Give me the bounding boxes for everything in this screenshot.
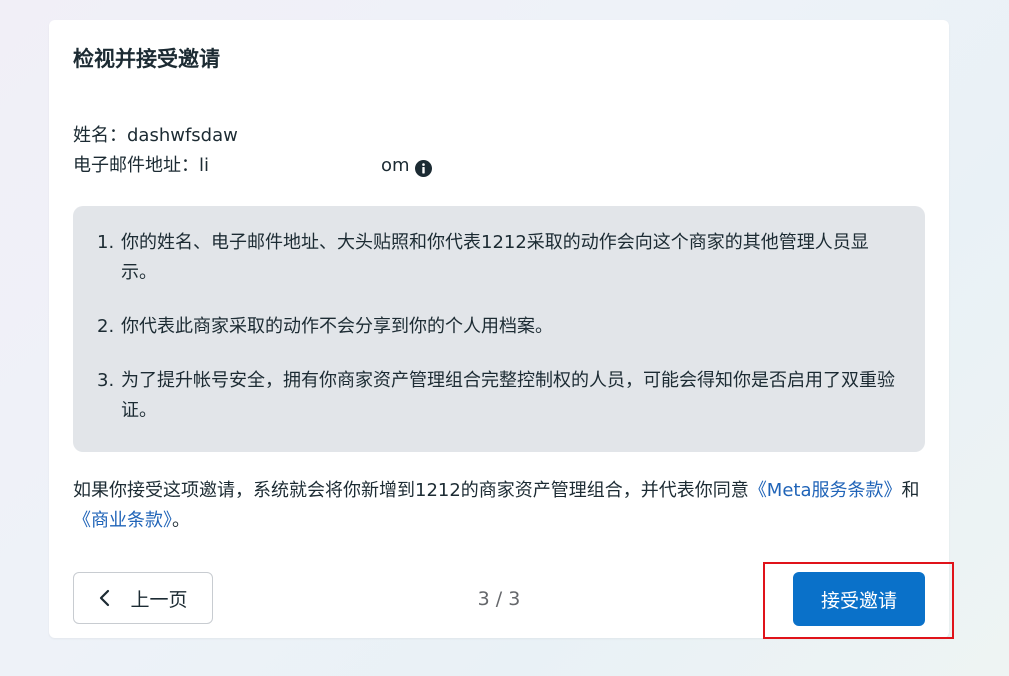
notice-item-2: 2. 你代表此商家采取的动作不会分享到你的个人用档案。 <box>97 312 901 342</box>
notice-text: 你的姓名、电子邮件地址、大头贴照和你代表1212采取的动作会向这个商家的其他管理… <box>121 232 869 283</box>
email-label: 电子邮件地址： <box>73 155 199 176</box>
chevron-left-icon <box>100 589 110 607</box>
notice-text: 为了提升帐号安全，拥有你商家资产管理组合完整控制权的人员，可能会得知你是否启用了… <box>121 370 895 421</box>
notice-number: 2. <box>97 316 115 337</box>
notice-number: 3. <box>97 370 115 391</box>
email-row: 电子邮件地址： li om <box>73 152 432 180</box>
email-value-end: om <box>381 155 410 176</box>
dialog-title: 检视并接受邀请 <box>73 47 220 71</box>
previous-page-button[interactable]: 上一页 <box>73 572 213 624</box>
consent-text: 如果你接受这项邀请，系统就会将你新增到1212的商家资产管理组合，并代表你同意《… <box>73 476 929 536</box>
info-icon[interactable] <box>414 158 432 177</box>
consent-conjunction: 和 <box>901 480 920 501</box>
consent-text-before: 如果你接受这项邀请，系统就会将你新增到1212的商家资产管理组合，并代表你同意 <box>73 480 749 501</box>
notice-box: 1. 你的姓名、电子邮件地址、大头贴照和你代表1212采取的动作会向这个商家的其… <box>73 206 925 452</box>
email-value-start: li <box>199 155 210 176</box>
name-label: 姓名： <box>73 125 127 146</box>
notice-text: 你代表此商家采取的动作不会分享到你的个人用档案。 <box>121 316 553 337</box>
notice-item-3: 3. 为了提升帐号安全，拥有你商家资产管理组合完整控制权的人员，可能会得知你是否… <box>97 366 901 426</box>
notice-list: 1. 你的姓名、电子邮件地址、大头贴照和你代表1212采取的动作会向这个商家的其… <box>97 228 901 426</box>
accept-invitation-button[interactable]: 接受邀请 <box>793 572 925 626</box>
name-value: dashwfsdaw <box>127 125 238 146</box>
notice-number: 1. <box>97 232 115 253</box>
business-terms-link[interactable]: 《商业条款》 <box>73 510 172 531</box>
notice-item-1: 1. 你的姓名、电子邮件地址、大头贴照和你代表1212采取的动作会向这个商家的其… <box>97 228 901 288</box>
page-indicator: 3 / 3 <box>477 588 521 610</box>
consent-end: 。 <box>172 510 190 531</box>
invitation-card: 检视并接受邀请 姓名： dashwfsdaw 电子邮件地址： li om 1. … <box>49 20 949 638</box>
previous-page-label: 上一页 <box>130 588 188 611</box>
name-row: 姓名： dashwfsdaw <box>73 122 238 150</box>
email-redacted-area <box>209 156 381 176</box>
info-icon-graphic <box>414 159 432 177</box>
meta-terms-link[interactable]: 《Meta服务条款》 <box>749 480 902 501</box>
